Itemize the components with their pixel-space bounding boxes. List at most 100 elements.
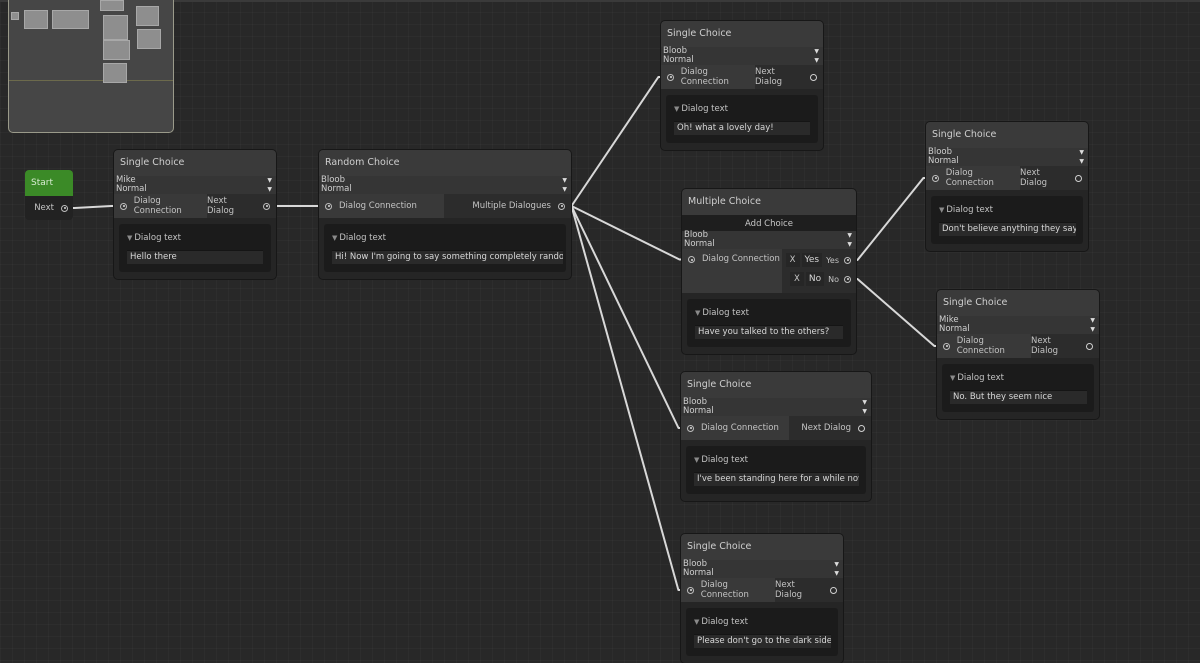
- choice-port-label: No: [828, 274, 839, 284]
- port-connected-icon[interactable]: [943, 342, 950, 350]
- foldout-toggle[interactable]: ▼ Dialog text: [694, 452, 858, 468]
- node-title: Single Choice: [926, 122, 1088, 148]
- mood-value: Normal: [928, 156, 959, 166]
- port-empty-icon[interactable]: [858, 424, 865, 432]
- port-label: Next Dialog: [1020, 168, 1048, 188]
- port-connected-icon[interactable]: [844, 275, 851, 283]
- choice-text-field[interactable]: Yes: [801, 253, 823, 267]
- minimap-node: [136, 6, 159, 26]
- output-port[interactable]: Next Dialog: [207, 194, 276, 218]
- foldout-toggle[interactable]: ▼ Dialog text: [939, 202, 1075, 218]
- connection-edge[interactable]: [68, 205, 120, 209]
- foldout-toggle[interactable]: ▼ Dialog text: [950, 370, 1086, 386]
- choice-text-field[interactable]: No: [805, 272, 825, 286]
- single-choice-node[interactable]: Single Choice Mike ▼ Normal ▼ Dialog Conne…: [937, 290, 1099, 419]
- speaker-dropdown[interactable]: Bloob ▼: [319, 176, 571, 185]
- dropdown-arrow-icon: ▼: [1090, 317, 1095, 324]
- connection-edge[interactable]: [851, 177, 932, 261]
- single-choice-node[interactable]: Single Choice Mike ▼ Normal ▼ Dialog Conne…: [114, 150, 276, 279]
- connection-edge[interactable]: [565, 205, 688, 261]
- start-node[interactable]: Start Next: [25, 170, 73, 220]
- input-port[interactable]: Dialog Connection: [681, 578, 775, 602]
- port-connected-icon[interactable]: [932, 174, 939, 182]
- port-connected-icon[interactable]: [120, 202, 127, 210]
- foldout-toggle[interactable]: ▼ Dialog text: [127, 230, 263, 246]
- port-empty-icon[interactable]: [830, 586, 837, 594]
- dialog-text-field[interactable]: Hi! Now I'm going to say something compl…: [332, 250, 563, 264]
- dialog-text-field[interactable]: Please don't go to the dark side: [694, 634, 831, 648]
- connection-edge[interactable]: [851, 278, 943, 347]
- dropdown-arrow-icon: ▼: [862, 399, 867, 406]
- node-title: Single Choice: [661, 21, 823, 47]
- connection-edge[interactable]: [565, 76, 667, 207]
- port-empty-icon[interactable]: [1086, 342, 1093, 350]
- dropdown-arrow-icon: ▼: [1079, 158, 1084, 165]
- dialog-text-field[interactable]: No. But they seem nice: [950, 390, 1087, 404]
- port-connected-icon[interactable]: [61, 204, 68, 212]
- multiple-choice-node[interactable]: Multiple Choice Add Choice Bloob ▼ Normal…: [682, 189, 856, 354]
- foldout-toggle[interactable]: ▼ Dialog text: [694, 614, 830, 630]
- port-connected-icon[interactable]: [687, 586, 694, 594]
- output-port[interactable]: Multiple Dialogues: [444, 194, 571, 218]
- single-choice-node[interactable]: Single Choice Bloob ▼ Normal ▼ Dialog Conn…: [661, 21, 823, 150]
- mood-dropdown[interactable]: Normal ▼: [114, 185, 276, 194]
- dialog-text-foldout: ▼ Dialog text Have you talked to the othe…: [687, 299, 851, 347]
- port-connected-icon[interactable]: [844, 256, 851, 264]
- connection-edge[interactable]: [565, 205, 687, 429]
- foldout-triangle-icon: ▼: [695, 309, 701, 317]
- dialog-text-field[interactable]: Don't believe anything they say!: [939, 222, 1076, 236]
- add-choice-button[interactable]: Add Choice: [685, 219, 853, 230]
- input-port[interactable]: Dialog Connection: [319, 194, 444, 218]
- port-connected-icon[interactable]: [687, 424, 694, 432]
- mood-dropdown[interactable]: Normal ▼: [681, 569, 843, 578]
- port-empty-icon[interactable]: [1075, 174, 1082, 182]
- mood-dropdown[interactable]: Normal ▼: [926, 157, 1088, 166]
- dropdown-arrow-icon: ▼: [862, 408, 867, 415]
- port-connected-icon[interactable]: [558, 202, 565, 210]
- single-choice-node[interactable]: Single Choice Bloob ▼ Normal ▼ Dialog Conn…: [681, 534, 843, 663]
- output-port[interactable]: Next Dialog: [1020, 166, 1088, 190]
- input-port[interactable]: Dialog Connection: [937, 334, 1031, 358]
- choice-port-label: Yes: [826, 255, 839, 265]
- output-port[interactable]: Next Dialog: [1031, 334, 1099, 358]
- dropdown-arrow-icon: ▼: [814, 57, 819, 64]
- single-choice-node[interactable]: Single Choice Bloob ▼ Normal ▼ Dialog Conn…: [681, 372, 871, 501]
- dialog-text-foldout: ▼ Dialog text Please don't go to the dark…: [686, 608, 838, 656]
- foldout-toggle[interactable]: ▼ Dialog text: [332, 230, 558, 246]
- minimap-node: [103, 63, 127, 83]
- foldout-label: Dialog text: [701, 617, 748, 627]
- output-port[interactable]: Next Dialog: [789, 416, 871, 440]
- mood-dropdown[interactable]: Normal ▼: [319, 185, 571, 194]
- mood-dropdown[interactable]: Normal ▼: [661, 56, 823, 65]
- dialog-text-foldout: ▼ Dialog text Oh! what a lovely day!: [666, 95, 818, 143]
- random-choice-node[interactable]: Random Choice Bloob ▼ Normal ▼ Dialog Conn…: [319, 150, 571, 279]
- port-connected-icon[interactable]: [667, 73, 674, 81]
- input-port[interactable]: Dialog Connection: [661, 65, 755, 89]
- minimap[interactable]: [8, 0, 174, 133]
- single-choice-node[interactable]: Single Choice Bloob ▼ Normal ▼ Dialog Conn…: [926, 122, 1088, 251]
- port-connected-icon[interactable]: [688, 256, 695, 263]
- port-label: Next Dialog: [775, 580, 803, 600]
- input-port[interactable]: Dialog Connection: [682, 249, 782, 293]
- port-empty-icon[interactable]: [810, 73, 817, 81]
- dialog-text-field[interactable]: Hello there: [127, 250, 263, 264]
- remove-choice-button[interactable]: X: [789, 272, 804, 286]
- start-output-port[interactable]: Next: [25, 196, 73, 220]
- connection-edge[interactable]: [565, 205, 687, 591]
- dialog-text-field[interactable]: I've been standing here for a while now.: [694, 472, 859, 486]
- mood-dropdown[interactable]: Normal ▼: [937, 325, 1099, 334]
- output-port[interactable]: Next Dialog: [755, 65, 823, 89]
- mood-dropdown[interactable]: Normal ▼: [682, 240, 856, 249]
- input-port[interactable]: Dialog Connection: [114, 194, 207, 218]
- dialog-text-field[interactable]: Oh! what a lovely day!: [674, 121, 810, 135]
- output-port[interactable]: Next Dialog: [775, 578, 843, 602]
- remove-choice-button[interactable]: X: [785, 253, 800, 267]
- dialog-text-field[interactable]: Have you talked to the others?: [695, 325, 843, 339]
- foldout-toggle[interactable]: ▼ Dialog text: [695, 305, 843, 321]
- port-connected-icon[interactable]: [325, 202, 332, 210]
- input-port[interactable]: Dialog Connection: [926, 166, 1020, 190]
- mood-dropdown[interactable]: Normal ▼: [681, 407, 871, 416]
- foldout-toggle[interactable]: ▼ Dialog text: [674, 101, 810, 117]
- port-connected-icon[interactable]: [263, 202, 270, 210]
- input-port[interactable]: Dialog Connection: [681, 416, 789, 440]
